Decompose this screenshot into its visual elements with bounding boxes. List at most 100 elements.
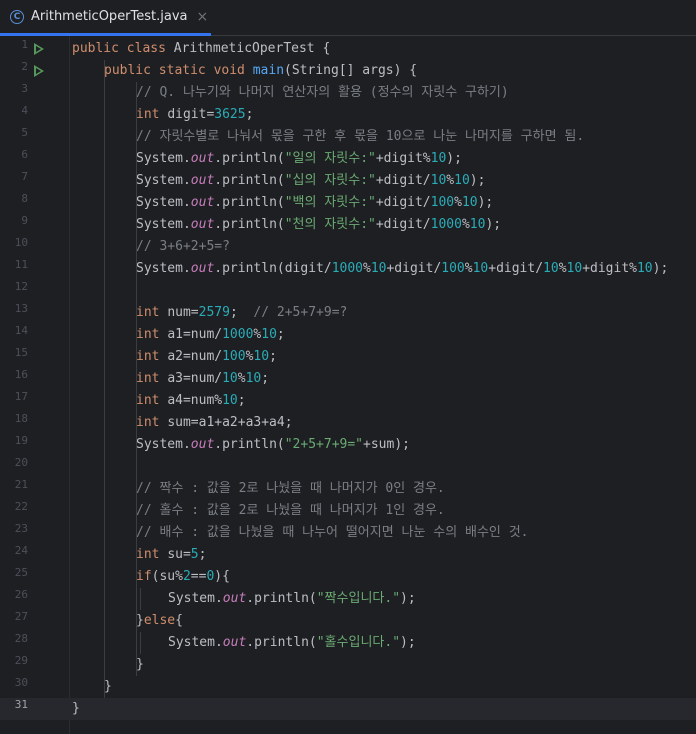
line-number: 13 — [14, 302, 28, 315]
code-token: 100 — [222, 349, 246, 364]
code-token: public class — [72, 41, 174, 56]
code-token: ); — [400, 591, 416, 606]
code-token: int — [136, 349, 168, 364]
line-number: 11 — [14, 258, 28, 271]
line-number: 2 — [21, 60, 28, 73]
code-text: if(su%2==0){ — [136, 566, 230, 588]
code-token: +digit/ — [375, 195, 431, 210]
code-text: System.out.println("2+5+7+9="+sum); — [136, 434, 410, 456]
code-token: out — [190, 217, 215, 232]
line-number: 18 — [14, 412, 28, 425]
code-text: int a3=num/10%10; — [136, 368, 269, 390]
code-token: .println( — [246, 635, 317, 650]
code-token: { — [175, 613, 183, 628]
code-token: 10 — [543, 261, 559, 276]
code-token: 1000 — [430, 217, 462, 232]
code-token: a2=num/ — [167, 349, 223, 364]
code-token: { — [322, 41, 331, 56]
code-text: public static void main(String[] args) { — [104, 60, 417, 82]
code-token: .println( — [214, 217, 285, 232]
line-number: 15 — [14, 346, 28, 359]
line-number: 26 — [14, 588, 28, 601]
code-token: 10 — [222, 393, 238, 408]
code-token: 5 — [190, 547, 199, 562]
code-token: "짝수입니다." — [316, 591, 401, 606]
code-token: 10 — [636, 261, 653, 276]
line-number: 29 — [14, 654, 28, 667]
code-token: 10 — [461, 195, 478, 210]
code-token: ); — [485, 217, 502, 232]
line-number: 21 — [14, 478, 28, 491]
code-token: sum=a1+a2+a3+a4; — [167, 415, 293, 430]
code-token: 10 — [566, 261, 583, 276]
code-line[interactable]: 31} — [0, 698, 696, 720]
code-token: if — [136, 569, 152, 584]
code-token: // 자릿수별로 나눠서 몫을 구한 후 몫을 10으로 나눈 나머지를 구하면… — [136, 129, 585, 144]
line-number: 23 — [14, 522, 28, 535]
code-token: "천의 자릿수:" — [284, 217, 376, 232]
code-token: out — [190, 437, 215, 452]
code-token: int — [136, 371, 168, 386]
code-text: // 자릿수별로 나눠서 몫을 구한 후 몫을 10으로 나눈 나머지를 구하면… — [136, 126, 584, 148]
line-number: 22 — [14, 500, 28, 513]
code-token: System. — [136, 151, 191, 166]
code-token: // Q. 나누기와 나머지 연산자의 활용 (정수의 자릿수 구하기) — [136, 85, 509, 100]
code-token: out — [222, 635, 247, 650]
code-text: int digit=3625; — [136, 104, 253, 126]
line-number: 3 — [21, 82, 28, 95]
code-token: a1=num/ — [167, 327, 223, 342]
file-tab[interactable]: C ArithmeticOperTest.java × — [0, 0, 211, 36]
code-token: +digit/ — [375, 217, 431, 232]
code-token: out — [190, 173, 215, 188]
code-text: int a1=num/1000%10; — [136, 324, 285, 346]
run-gutter-icon[interactable] — [34, 43, 44, 55]
code-token: ; — [229, 305, 254, 320]
line-number: 6 — [21, 148, 28, 161]
code-token: % — [464, 261, 473, 276]
code-text: // 짝수 : 값을 2로 나눴을 때 나머지가 0인 경우. — [136, 478, 445, 500]
code-text: } — [136, 654, 144, 676]
code-token: } — [72, 701, 80, 716]
line-number: 20 — [14, 456, 28, 469]
indent-guide — [104, 60, 105, 698]
code-token: } — [136, 657, 144, 672]
code-token: .println( — [214, 173, 285, 188]
code-token: ; — [269, 349, 277, 364]
code-token: int — [136, 415, 168, 430]
code-token: int — [136, 327, 168, 342]
code-token: int — [136, 305, 168, 320]
code-token: == — [190, 569, 207, 584]
code-text: } — [104, 676, 112, 698]
line-number: 7 — [21, 170, 28, 183]
code-token: ; — [198, 547, 207, 562]
line-number: 30 — [14, 676, 28, 689]
code-token: ; — [276, 327, 285, 342]
code-token: su= — [167, 547, 191, 562]
code-token: (su% — [151, 569, 183, 584]
line-number: 17 — [14, 390, 28, 403]
run-gutter-icon[interactable] — [34, 65, 44, 77]
code-line[interactable]: 1 public class ArithmeticOperTest { — [0, 38, 696, 60]
line-number: 12 — [14, 280, 28, 293]
code-token: a3=num/ — [167, 371, 223, 386]
code-text: System.out.println("십의 자릿수:"+digit/10%10… — [136, 170, 485, 192]
code-token: 10 — [253, 349, 270, 364]
class-icon: C — [10, 9, 24, 24]
line-number: 24 — [14, 544, 28, 557]
line-number: 8 — [21, 192, 28, 205]
code-token: out — [190, 151, 215, 166]
code-token: 10 — [245, 371, 262, 386]
code-token: .println( — [246, 591, 317, 606]
code-text: System.out.println("천의 자릿수:"+digit/1000%… — [136, 214, 501, 236]
code-editor[interactable]: 1 public class ArithmeticOperTest {2 publi… — [0, 36, 696, 734]
code-token: System. — [136, 195, 191, 210]
code-text: // 3+6+2+5=? — [136, 236, 230, 258]
code-text: System.out.println(digit/1000%10+digit/1… — [136, 258, 668, 280]
code-token: .println( — [214, 195, 285, 210]
code-token: System. — [168, 591, 223, 606]
code-token: // 배수 : 값을 나눴을 때 나누어 떨어지면 나눈 수의 배수인 것. — [136, 525, 529, 540]
code-text: // 배수 : 값을 나눴을 때 나누어 떨어지면 나눈 수의 배수인 것. — [136, 522, 528, 544]
close-icon[interactable]: × — [197, 9, 209, 25]
indent-guide — [136, 82, 137, 676]
line-number: 19 — [14, 434, 28, 447]
